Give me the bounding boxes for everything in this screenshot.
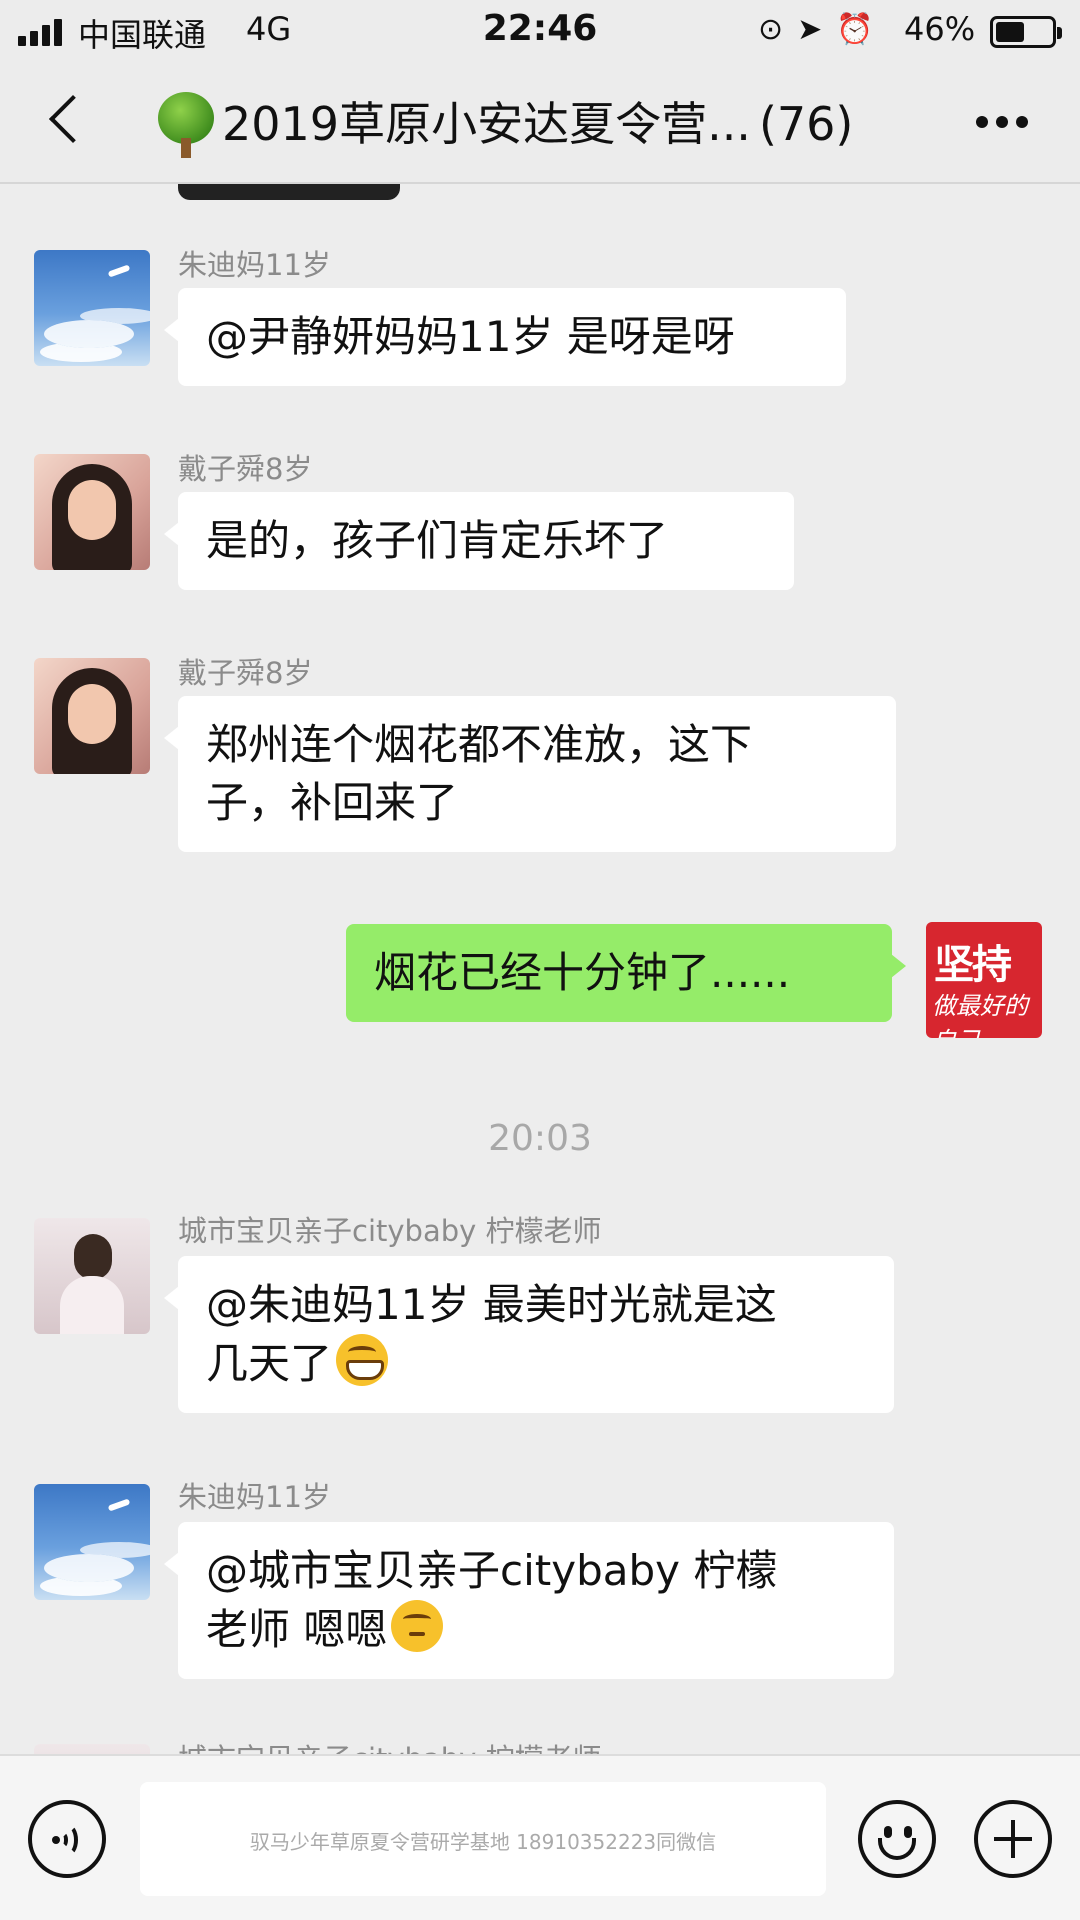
member-count: (76) <box>758 97 854 151</box>
avatar[interactable] <box>34 454 150 570</box>
message-text: 烟花已经十分钟了...... <box>374 948 791 997</box>
orientation-lock-icon: ⊙ <box>758 12 798 47</box>
status-icons: ⊙➤⏰ <box>758 12 888 47</box>
avatar[interactable] <box>34 1744 150 1754</box>
previous-image-message[interactable] <box>178 184 400 200</box>
back-icon[interactable] <box>44 94 84 150</box>
sender-name: 戴子舜8岁 <box>178 656 313 690</box>
message-text: 老师 嗯嗯 <box>206 1605 388 1654</box>
battery-percent: 46% <box>904 10 976 48</box>
outgoing-message-bubble[interactable]: 烟花已经十分钟了...... <box>346 924 906 1022</box>
location-icon: ➤ <box>797 12 837 47</box>
avatar[interactable] <box>34 1218 150 1334</box>
input-bar: 驭马少年草原夏令营研学基地 18910352223同微信 <box>0 1754 1080 1920</box>
message-text: 是的，孩子们肯定乐坏了 <box>206 516 669 565</box>
message-bubble[interactable]: @朱迪妈11岁 最美时光就是这 几天了 <box>164 1256 894 1413</box>
message-text: 郑州连个烟花都不准放，这下 <box>206 720 753 769</box>
more-options-icon[interactable] <box>974 112 1030 132</box>
voice-icon[interactable] <box>28 1800 106 1878</box>
message-bubble[interactable]: @尹静妍妈妈11岁 是呀是呀 <box>164 288 846 386</box>
sender-name: 戴子舜8岁 <box>178 452 313 486</box>
grinning-emoji-icon <box>336 1334 389 1386</box>
tree-icon <box>158 92 214 158</box>
sender-name: 朱迪妈11岁 <box>178 1480 331 1514</box>
plus-icon[interactable] <box>974 1800 1052 1878</box>
message-text: @朱迪妈11岁 最美时光就是这 <box>206 1280 777 1329</box>
sender-name: 城市宝贝亲子citybaby 柠檬老师 <box>178 1214 602 1248</box>
avatar[interactable] <box>34 658 150 774</box>
self-avatar[interactable]: 坚持 做最好的自己 <box>926 922 1042 1038</box>
alarm-icon: ⏰ <box>836 12 888 47</box>
avatar[interactable] <box>34 1484 150 1600</box>
thinking-emoji-icon <box>391 1600 444 1652</box>
sender-name: 朱迪妈11岁 <box>178 248 331 282</box>
chat-header: 2019草原小安达夏令营... (76) <box>0 60 1080 184</box>
message-list[interactable]: 朱迪妈11岁 @尹静妍妈妈11岁 是呀是呀 戴子舜8岁 是的，孩子们肯定乐坏了 … <box>0 184 1080 1754</box>
watermark-text: 驭马少年草原夏令营研学基地 18910352223同微信 <box>249 1830 717 1854</box>
message-text: @尹静妍妈妈11岁 是呀是呀 <box>206 312 735 361</box>
chat-title[interactable]: 2019草原小安达夏令营... (76) <box>222 88 853 154</box>
message-bubble[interactable]: 郑州连个烟花都不准放，这下 子，补回来了 <box>164 696 896 852</box>
battery-icon <box>990 16 1062 48</box>
message-bubble[interactable]: @城市宝贝亲子citybaby 柠檬 老师 嗯嗯 <box>164 1522 894 1679</box>
message-text: 几天了 <box>206 1339 333 1388</box>
group-name: 2019草原小安达夏令营... <box>222 97 751 151</box>
avatar[interactable] <box>34 250 150 366</box>
time-separator: 20:03 <box>488 1118 592 1159</box>
smile-icon[interactable] <box>858 1800 936 1878</box>
message-text: @城市宝贝亲子citybaby 柠檬 <box>206 1546 778 1595</box>
status-bar: 中国联通 4G 22:46 ⊙➤⏰ 46% <box>0 0 1080 60</box>
message-input[interactable]: 驭马少年草原夏令营研学基地 18910352223同微信 <box>140 1782 826 1896</box>
sender-name: 城市宝贝亲子citybaby 柠檬老师 <box>178 1736 602 1754</box>
message-bubble[interactable]: 是的，孩子们肯定乐坏了 <box>164 492 794 590</box>
message-text: 子，补回来了 <box>206 778 459 827</box>
